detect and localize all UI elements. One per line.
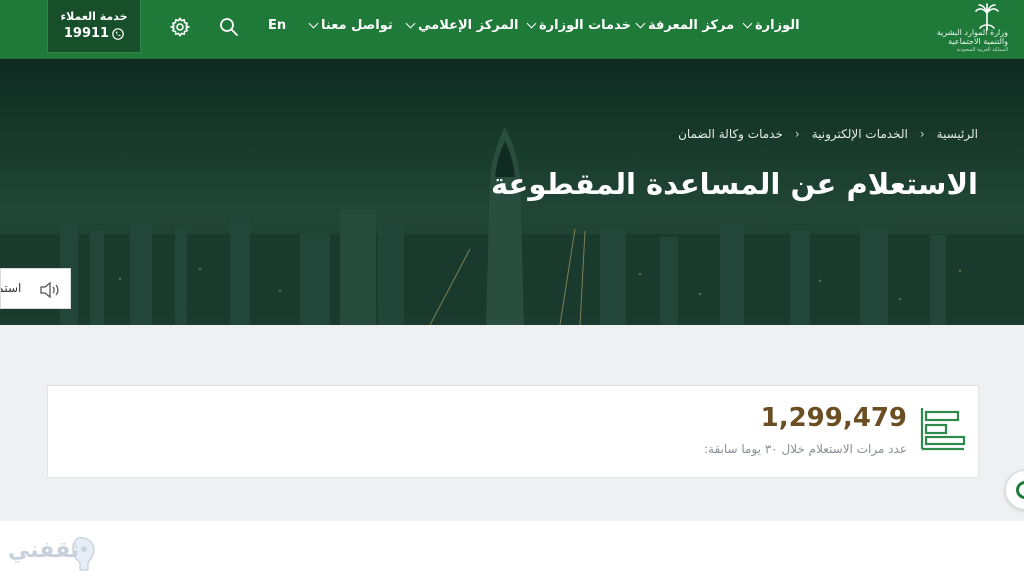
- listen-label: استمع: [1, 281, 22, 295]
- content-section: 1,299,479 عدد مرات الاستعلام خلال ٣٠ يوم…: [0, 325, 1024, 521]
- nav-item-contact-us[interactable]: تواصل معنا: [308, 18, 393, 33]
- breadcrumb-home[interactable]: الرئيسية: [937, 127, 978, 141]
- nav-item-label: مركز المعرفة: [648, 18, 735, 33]
- nav-item-knowledge-center[interactable]: مركز المعرفة: [635, 18, 735, 33]
- inquiry-count: 1,299,479: [760, 403, 907, 433]
- nav-item-label: الوزارة: [755, 18, 800, 33]
- footer-area: [0, 521, 1024, 581]
- breadcrumb-separator: ‹: [794, 127, 800, 141]
- nav-item-label: المركز الإعلامي: [418, 18, 519, 33]
- search-icon[interactable]: [218, 16, 240, 38]
- page-title: الاستعلام عن المساعدة المقطوعة: [490, 167, 978, 201]
- watermark-text: ثقفني: [8, 538, 80, 563]
- nav-item-media-center[interactable]: المركز الإعلامي: [405, 18, 519, 33]
- chevron-down-icon: [742, 18, 753, 29]
- language-switch[interactable]: En: [268, 18, 286, 33]
- breadcrumb-current[interactable]: خدمات وكالة الضمان: [678, 127, 783, 141]
- hero-banner: الرئيسية ‹ الخدمات الإلكترونية ‹ خدمات و…: [0, 59, 1024, 325]
- ministry-logo[interactable]: وزارة الموارد البشرية والتنمية الاجتماعي…: [902, 2, 1008, 56]
- logo-line-2: والتنمية الاجتماعية: [948, 37, 1008, 46]
- bar-chart-icon: [920, 408, 966, 451]
- site-watermark: ثقفني: [6, 528, 102, 578]
- speaker-icon: [40, 281, 59, 299]
- nav-item-ministry[interactable]: الوزارة: [742, 18, 800, 33]
- chevron-down-icon: [308, 18, 319, 29]
- nav-item-ministry-services[interactable]: خدمات الوزارة: [526, 18, 631, 33]
- customer-service-number: 19911: [63, 26, 110, 41]
- stat-card: 1,299,479 عدد مرات الاستعلام خلال ٣٠ يوم…: [47, 385, 979, 478]
- chevron-down-icon: [405, 18, 416, 29]
- breadcrumb-e-services[interactable]: الخدمات الإلكترونية: [812, 127, 908, 141]
- chevron-down-icon: [635, 18, 646, 29]
- logo-line-1: وزارة الموارد البشرية: [936, 28, 1008, 37]
- breadcrumb-separator: ‹: [919, 127, 925, 141]
- gear-icon[interactable]: [169, 16, 191, 38]
- nav-item-label: تواصل معنا: [321, 18, 393, 33]
- phone-icon: [112, 27, 124, 40]
- top-navbar: وزارة الموارد البشرية والتنمية الاجتماعي…: [0, 0, 1024, 59]
- breadcrumb: الرئيسية ‹ الخدمات الإلكترونية ‹ خدمات و…: [678, 127, 978, 141]
- chevron-down-icon: [526, 18, 537, 29]
- inquiry-count-label: عدد مرات الاستعلام خلال ٣٠ يوما سابقة:: [703, 442, 907, 456]
- logo-line-3: المملكة العربية السعودية: [956, 47, 1008, 53]
- listen-button[interactable]: استمع: [0, 268, 71, 309]
- nav-item-label: خدمات الوزارة: [539, 18, 631, 33]
- customer-service-title: خدمة العملاء: [60, 10, 128, 23]
- circle-icon: [1016, 481, 1024, 499]
- customer-service-button[interactable]: خدمة العملاء 19911: [47, 0, 141, 53]
